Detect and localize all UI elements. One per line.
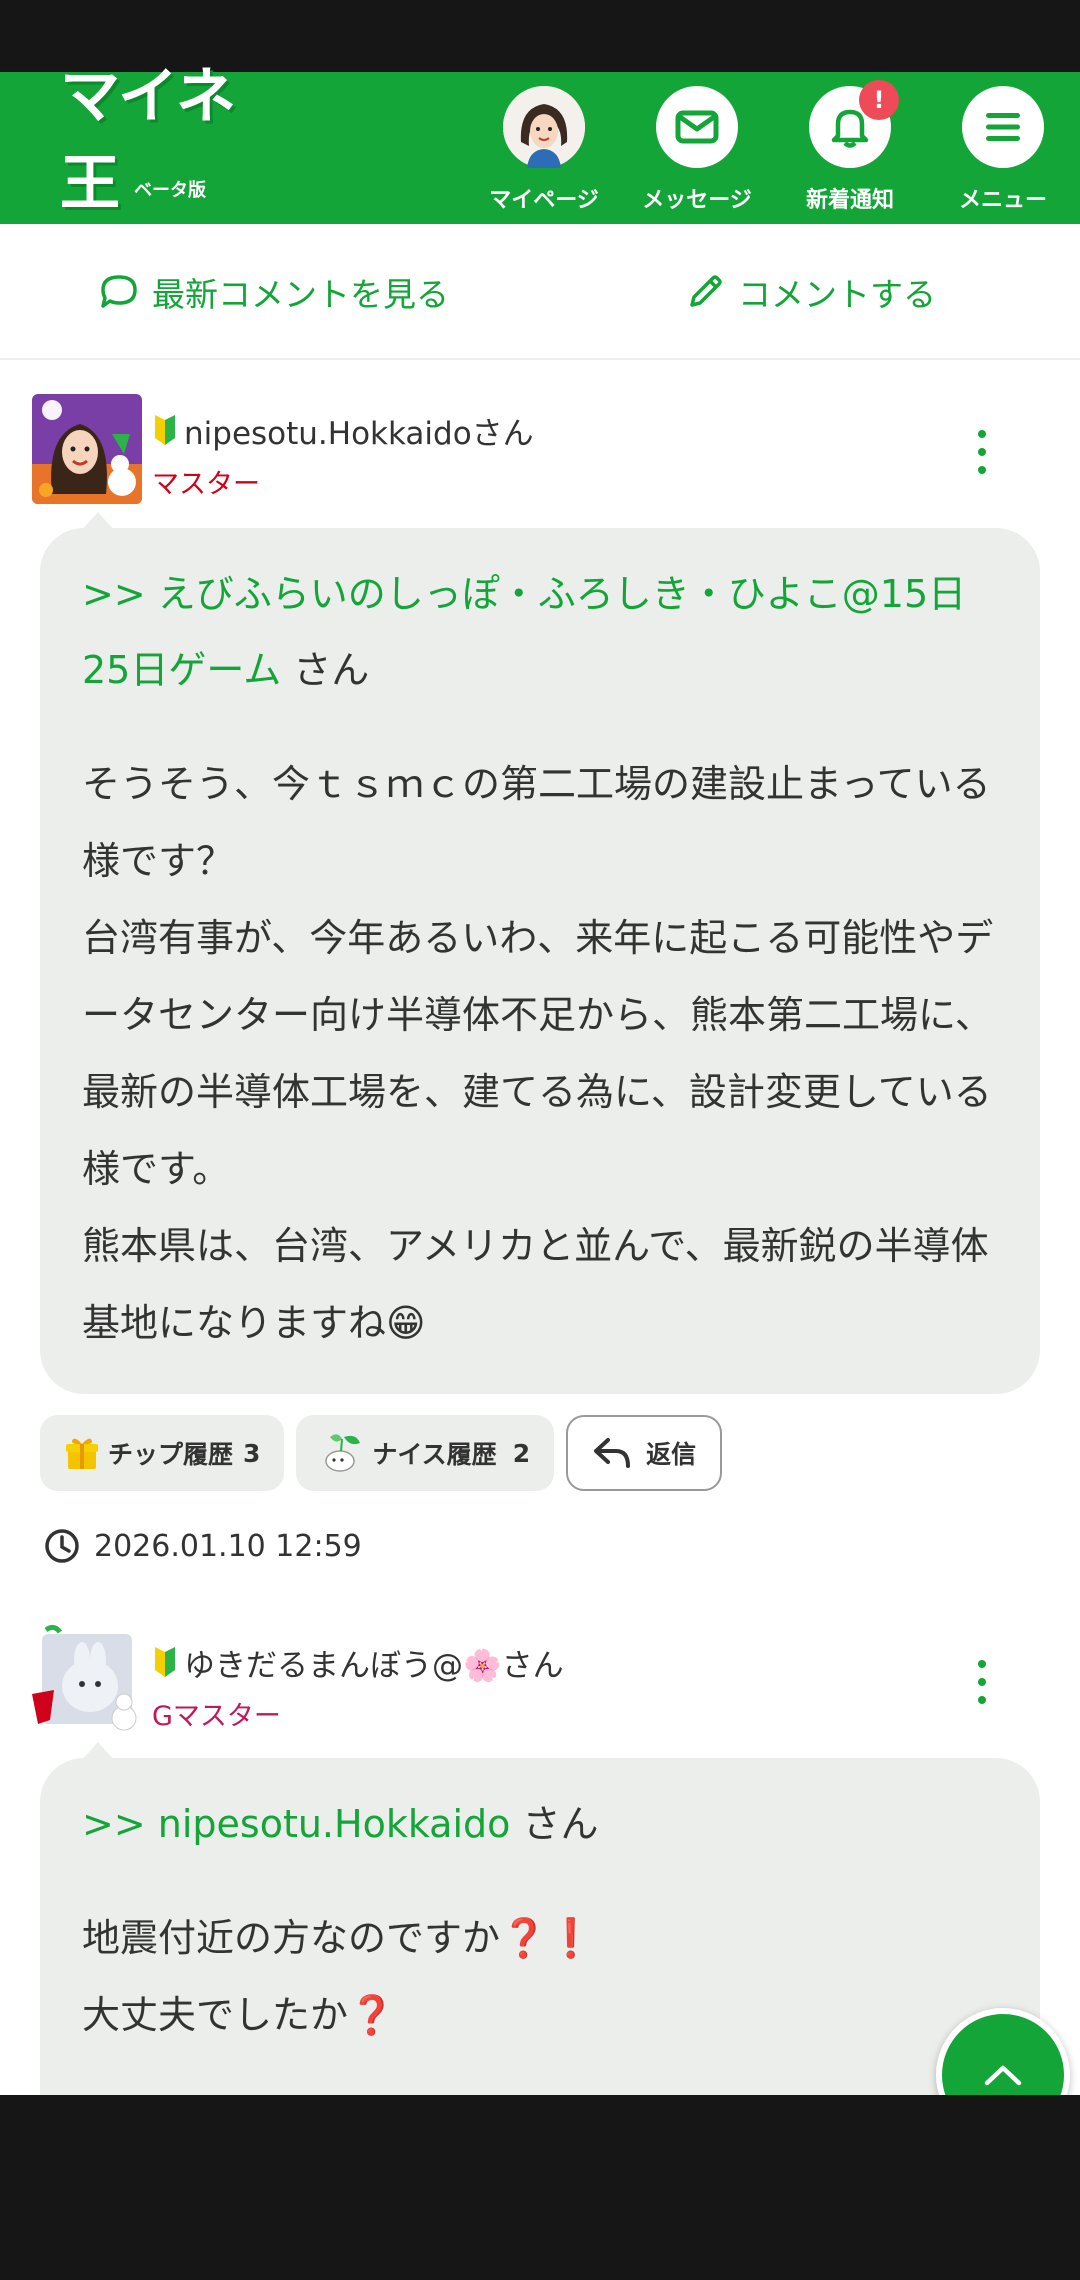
- beginner-mark-icon: [155, 1647, 175, 1677]
- avatar[interactable]: [32, 394, 142, 504]
- user-avatar-image: [32, 1624, 142, 1734]
- notifications-button-circle: !: [809, 80, 899, 168]
- pencil-icon: [690, 275, 722, 307]
- app-header: マイネ王 ベータ版 マイページ メッセージ ! 新着通知 メニュー: [0, 62, 1080, 224]
- nav-messages[interactable]: メッセージ: [637, 86, 757, 216]
- post-rank: マスター: [152, 469, 260, 500]
- reply-reference: >> nipesotu.Hokkaido さん: [82, 1786, 998, 1862]
- reply-to-link[interactable]: >> nipesotu.Hokkaido: [82, 1802, 510, 1846]
- latest-comments-link[interactable]: 最新コメントを見る: [100, 268, 449, 316]
- write-comment-label: コメントする: [738, 275, 936, 314]
- nav-notifications-label: 新着通知: [805, 188, 894, 213]
- notification-badge: !: [859, 80, 899, 120]
- messages-button-circle: [656, 86, 738, 168]
- menu-button-circle: [962, 86, 1044, 168]
- nice-character-icon: [325, 1434, 361, 1472]
- mypage-avatar: [503, 86, 585, 168]
- reply-suffix: さん: [510, 1802, 599, 1846]
- nav-notifications[interactable]: ! 新着通知: [790, 80, 910, 216]
- comment-body: そうそう、今ｔｓｍｃの第二工場の建設止まっている様です？ 台湾有事が、今年あるい…: [82, 762, 994, 1345]
- envelope-icon: [675, 110, 719, 144]
- logo-wordmark: マイネ王: [60, 62, 280, 219]
- comment-body: 地震付近の方なのですか❓❗ 大丈夫でしたか❓: [82, 1916, 595, 2037]
- nice-history-count: 2: [512, 1438, 531, 1468]
- tip-history-label: チップ履歴: [108, 1440, 234, 1469]
- reply-button[interactable]: 返信: [566, 1415, 723, 1491]
- nice-history-button[interactable]: ナイス履歴 2: [296, 1415, 555, 1491]
- logo-beta-label: ベータ版: [134, 180, 206, 201]
- clock-icon: [45, 1529, 79, 1563]
- tip-history-button[interactable]: チップ履歴 3: [40, 1415, 285, 1491]
- reply-to-link[interactable]: >> えびふらいのしっぽ・ふろしき・ひよこ@15日25日ゲーム: [82, 572, 966, 692]
- post-username-row[interactable]: nipesotu.Hokkaidoさん: [152, 410, 534, 452]
- reply-reference: >> えびふらいのしっぽ・ふろしき・ひよこ@15日25日ゲーム さん: [82, 556, 998, 708]
- nav-menu[interactable]: メニュー: [943, 86, 1063, 216]
- reply-arrow-icon: [594, 1438, 631, 1468]
- latest-comments-label: 最新コメントを見る: [152, 275, 449, 314]
- post-timestamp-text: 2026.01.10 12:59: [94, 1528, 362, 1564]
- gift-icon: [66, 1438, 98, 1469]
- user-avatar-image: [32, 394, 142, 504]
- post-options-button[interactable]: [970, 422, 994, 482]
- post-timestamp: 2026.01.10 12:59: [44, 1526, 362, 1566]
- nav-mypage[interactable]: マイページ: [484, 86, 604, 216]
- tip-history-count: 3: [243, 1438, 261, 1468]
- post-options-button[interactable]: [970, 1652, 994, 1712]
- system-navigation-bar: [0, 2095, 1080, 2280]
- reply-suffix: さん: [281, 648, 370, 692]
- comment-bubble: >> えびふらいのしっぽ・ふろしき・ひよこ@15日25日ゲーム さん そうそう、…: [40, 528, 1040, 1394]
- user-avatar-icon: [503, 86, 585, 168]
- nav-menu-label: メニュー: [958, 188, 1047, 213]
- write-comment-link[interactable]: コメントする: [686, 268, 936, 316]
- speech-bubble-icon: [101, 275, 137, 308]
- post-username: nipesotu.Hokkaidoさん: [184, 415, 534, 452]
- nav-mypage-label: マイページ: [489, 188, 599, 213]
- avatar[interactable]: [32, 1624, 142, 1734]
- beginner-mark-icon: [155, 415, 175, 445]
- post-reaction-chips: チップ履歴 3 ナイス履歴 2 返信: [40, 1415, 734, 1491]
- post-rank: Gマスター: [152, 1701, 281, 1732]
- post-username: ゆきだるまんぼう@🌸さん: [184, 1647, 564, 1684]
- comment-actions-bar: 最新コメントを見る コメントする: [0, 224, 1080, 360]
- site-logo[interactable]: マイネ王 ベータ版: [60, 62, 280, 219]
- nav-messages-label: メッセージ: [642, 188, 752, 213]
- post-username-row[interactable]: ゆきだるまんぼう@🌸さん: [152, 1642, 564, 1684]
- chevron-up-icon: [984, 2065, 1022, 2086]
- hamburger-menu-icon: [986, 113, 1020, 141]
- reply-button-label: 返信: [646, 1440, 697, 1469]
- nice-history-label: ナイス履歴: [372, 1440, 497, 1469]
